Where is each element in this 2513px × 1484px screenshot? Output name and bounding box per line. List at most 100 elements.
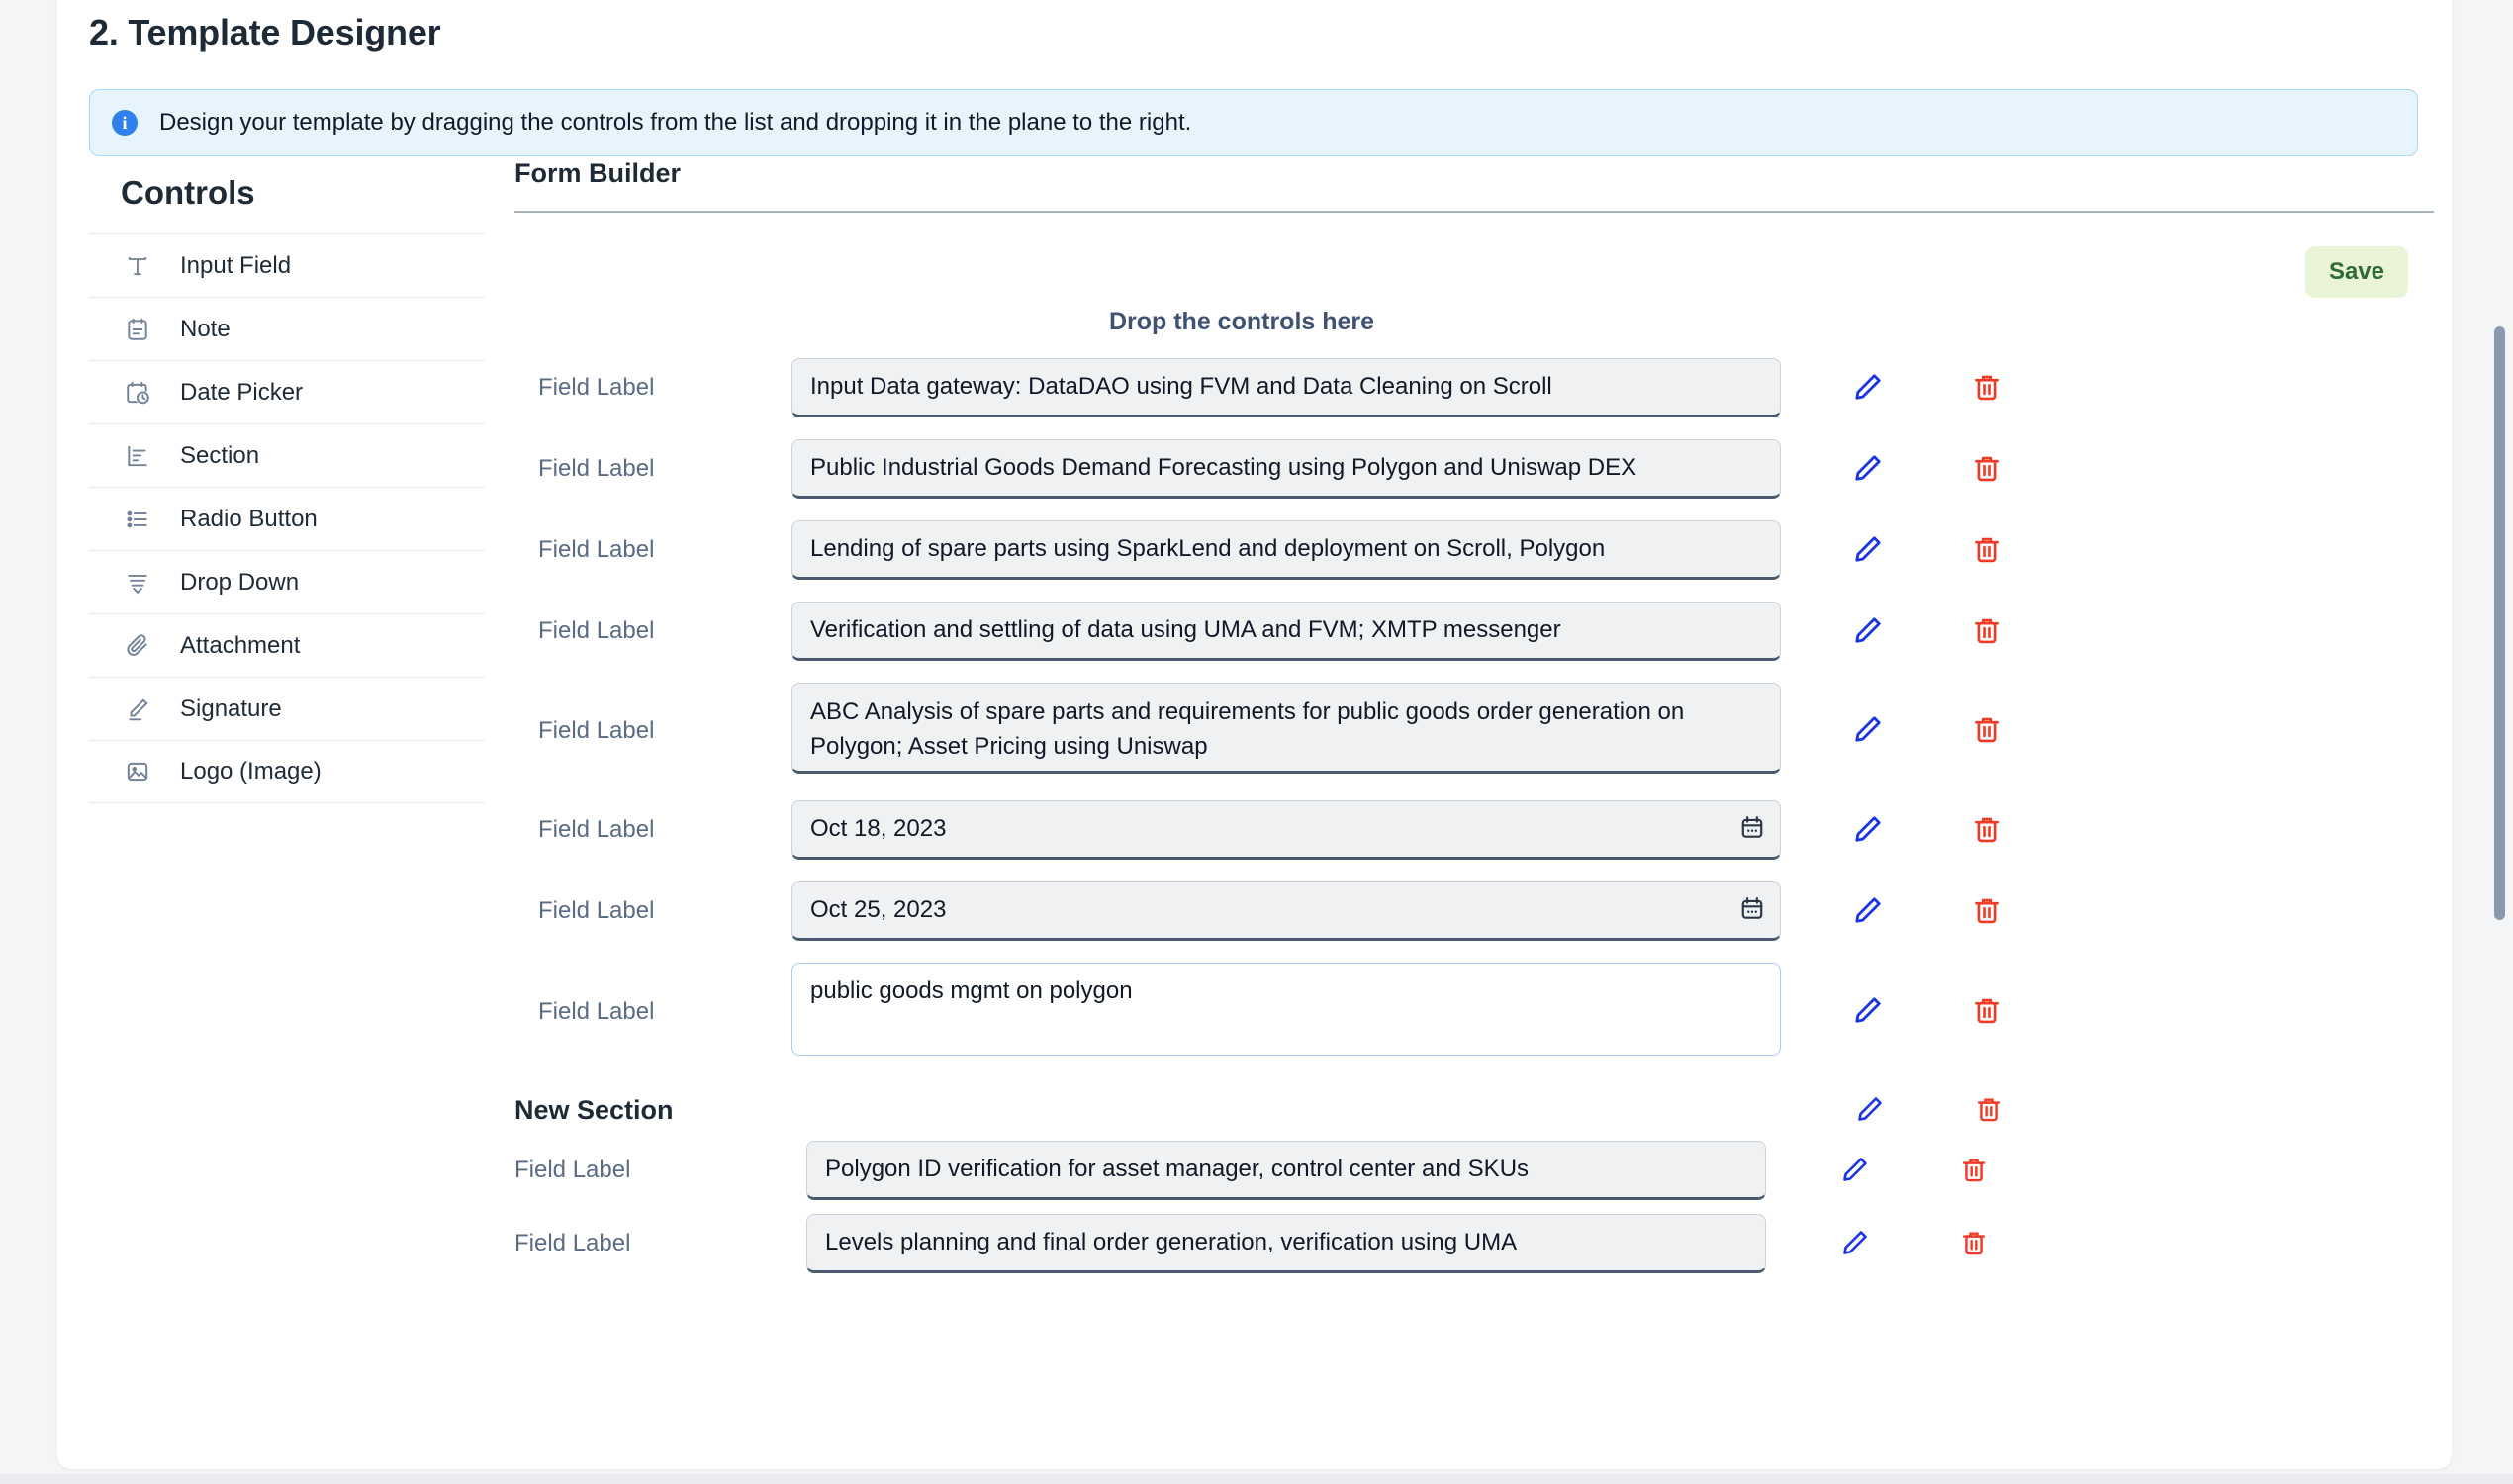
calendar-clock-icon (121, 376, 154, 410)
form-builder-title: Form Builder (514, 158, 2434, 213)
form-row: Field Label (514, 1141, 2434, 1200)
delete-row-button[interactable] (1945, 714, 2028, 747)
control-item-note[interactable]: Note (89, 297, 485, 360)
control-item-input-field[interactable]: Input Field (89, 233, 485, 297)
edit-section-button[interactable] (1828, 1094, 1911, 1127)
delete-row-button[interactable] (1945, 372, 2028, 405)
row-actions (1814, 1155, 2015, 1187)
edit-row-button[interactable] (1826, 452, 1909, 487)
text-input[interactable] (806, 1214, 1766, 1273)
controls-title: Controls (89, 174, 485, 233)
edit-row-button[interactable] (1826, 533, 1909, 568)
pencil-icon (1852, 371, 1884, 406)
form-row: Field Label (514, 800, 2434, 860)
edit-row-button[interactable] (1814, 1155, 1897, 1187)
pencil-icon (1852, 713, 1884, 748)
pencil-icon (1852, 994, 1884, 1029)
date-input[interactable] (791, 800, 1781, 860)
field-label: Field Label (514, 998, 791, 1026)
text-area[interactable]: ABC Analysis of spare parts and requirem… (791, 683, 1781, 774)
edit-row-button[interactable] (1826, 813, 1909, 848)
delete-row-button[interactable] (1932, 1229, 2015, 1259)
edit-row-button[interactable] (1826, 994, 1909, 1029)
control-label: Logo (Image) (180, 758, 322, 786)
control-label: Note (180, 316, 231, 343)
delete-row-button[interactable] (1945, 895, 2028, 928)
info-banner-text: Design your template by dragging the con… (159, 109, 1191, 137)
field-control: public goods mgmt on polygon (791, 963, 1781, 1061)
pencil-icon (1852, 452, 1884, 487)
field-label: Field Label (514, 536, 791, 564)
text-input[interactable] (791, 439, 1781, 499)
pencil-icon (1840, 1228, 1870, 1260)
template-designer-card: 2. Template Designer i Design your templ… (57, 0, 2452, 1469)
form-row: Field Label (514, 358, 2434, 417)
field-control (791, 881, 1781, 941)
section-title: New Section (514, 1095, 791, 1126)
delete-row-button[interactable] (1945, 615, 2028, 648)
page-title: 2. Template Designer (89, 12, 440, 53)
note-icon (121, 313, 154, 346)
edit-row-button[interactable] (1826, 371, 1909, 406)
form-row: Field Label (514, 520, 2434, 580)
edit-row-button[interactable] (1826, 614, 1909, 649)
horizontal-scrollbar-track[interactable] (0, 1474, 2513, 1484)
trash-icon (1972, 372, 2001, 405)
control-label: Radio Button (180, 506, 318, 533)
trash-icon (1972, 615, 2001, 648)
paperclip-icon (121, 629, 154, 663)
trash-icon (1972, 895, 2001, 928)
drop-hint: Drop the controls here (514, 308, 2434, 336)
field-control (791, 602, 1781, 661)
control-item-section[interactable]: Section (89, 423, 485, 487)
info-banner: i Design your template by dragging the c… (89, 89, 2418, 156)
form-row: Field Label (514, 881, 2434, 941)
control-item-drop-down[interactable]: Drop Down (89, 550, 485, 613)
note-textarea[interactable]: public goods mgmt on polygon (791, 963, 1781, 1056)
form-row: Field Label (514, 439, 2434, 499)
pencil-icon (1852, 533, 1884, 568)
text-input[interactable] (791, 520, 1781, 580)
text-input[interactable] (791, 358, 1781, 417)
image-icon (121, 755, 154, 788)
field-label: Field Label (514, 816, 791, 844)
edit-row-button[interactable] (1826, 713, 1909, 748)
control-item-signature[interactable]: Signature (89, 677, 485, 740)
row-actions (1814, 1228, 2015, 1260)
pencil-icon (1840, 1155, 1870, 1187)
date-input[interactable] (791, 881, 1781, 941)
control-item-radio-button[interactable]: Radio Button (89, 487, 485, 550)
text-input[interactable] (791, 602, 1781, 661)
control-item-attachment[interactable]: Attachment (89, 613, 485, 677)
delete-section-button[interactable] (1947, 1095, 2030, 1126)
delete-row-button[interactable] (1945, 534, 2028, 567)
edit-row-button[interactable] (1814, 1228, 1897, 1260)
delete-row-button[interactable] (1945, 453, 2028, 486)
section-header: New Section (514, 1094, 2434, 1127)
pencil-icon (1852, 614, 1884, 649)
control-item-date-picker[interactable]: Date Picker (89, 360, 485, 423)
form-builder-panel: Form Builder Save Drop the controls here… (514, 158, 2434, 1273)
field-label: Field Label (514, 1157, 791, 1184)
text-input[interactable] (806, 1141, 1766, 1200)
delete-row-button[interactable] (1945, 814, 2028, 847)
form-row: Field Label (514, 602, 2434, 661)
page-scrollbar-thumb[interactable] (2494, 326, 2505, 920)
edit-row-button[interactable] (1826, 894, 1909, 929)
row-actions (1826, 371, 2028, 406)
save-button[interactable]: Save (2305, 246, 2408, 298)
controls-panel: Controls Input Field Note Date Picker (89, 174, 485, 803)
trash-icon (1975, 1095, 2002, 1126)
field-control (791, 520, 1781, 580)
trash-icon (1972, 534, 2001, 567)
delete-row-button[interactable] (1932, 1156, 2015, 1186)
signature-pen-icon (121, 693, 154, 726)
row-actions (1826, 894, 2028, 929)
row-actions (1826, 813, 2028, 848)
trash-icon (1972, 995, 2001, 1028)
delete-row-button[interactable] (1945, 995, 2028, 1028)
control-item-logo-image[interactable]: Logo (Image) (89, 740, 485, 803)
trash-icon (1960, 1229, 1988, 1259)
field-control (791, 1141, 1766, 1200)
form-section: New Section Field Label (514, 1094, 2434, 1273)
